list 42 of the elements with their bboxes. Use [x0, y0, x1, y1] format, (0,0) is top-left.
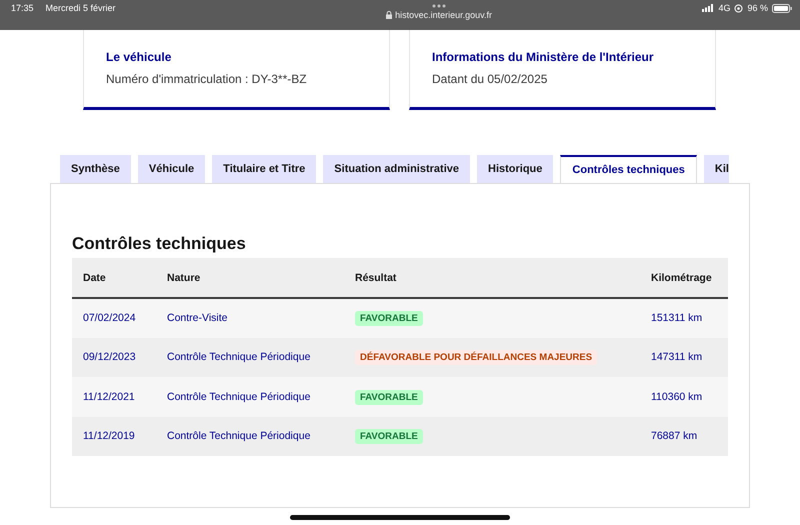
result-badge: FAVORABLE [355, 429, 423, 444]
mileage-cell: 151311 km [651, 312, 702, 324]
location-icon [734, 4, 744, 12]
signal-icon [702, 4, 714, 12]
nature-cell: Contrôle Technique Périodique [167, 351, 310, 364]
network: 4G [718, 3, 730, 13]
mileage-cell: 76887 km [651, 430, 698, 442]
date-cell: 09/12/2023 [83, 351, 136, 364]
tab[interactable]: Titulaire et Titre [212, 155, 316, 183]
date: Mercredi 5 février [46, 3, 116, 13]
date-cell: 07/02/2024 [83, 312, 136, 324]
card-text: Datant du 05/02/2025 [432, 72, 548, 86]
date-cell: 11/12/2021 [83, 390, 135, 403]
more-icon[interactable] [432, 4, 446, 8]
column-header: Date [72, 258, 156, 298]
lock-icon [386, 11, 392, 19]
tab[interactable]: Situation administrative [323, 155, 470, 183]
tab[interactable]: Véhicule [138, 155, 206, 183]
card-title: Le véhicule [106, 50, 172, 64]
column-header: Nature [156, 258, 344, 298]
column-header: Kilométrage [640, 258, 728, 298]
result-badge: FAVORABLE [355, 390, 423, 405]
date-cell: 11/12/2019 [83, 430, 135, 442]
url[interactable]: histovec.interieur.gouv.fr [395, 10, 492, 20]
result-badge: DÉFAVORABLE POUR DÉFAILLANCES MAJEURES [355, 350, 598, 366]
tab[interactable]: Kil [704, 155, 729, 183]
result-badge: FAVORABLE [355, 311, 423, 326]
tab[interactable]: Contrôles techniques [560, 155, 697, 183]
nature-cell: Contrôle Technique Périodique [167, 430, 310, 442]
battery-icon [772, 4, 792, 12]
nature-cell: Contre-Visite [167, 312, 228, 324]
tab[interactable]: Synthèse [60, 155, 131, 183]
mileage-cell: 110360 km [651, 390, 702, 403]
nature-cell: Contrôle Technique Périodique [167, 390, 310, 403]
card-title: Informations du Ministère de l'Intérieur [432, 50, 655, 64]
battery-level: 96 % [747, 3, 768, 13]
clock: 17:35 [11, 3, 34, 13]
section-title: Contrôles techniques [72, 234, 247, 254]
column-header: Résultat [344, 258, 640, 298]
card-text: Numéro d'immatriculation : DY-3**-BZ [106, 72, 308, 86]
tab[interactable]: Historique [477, 155, 554, 183]
mileage-cell: 147311 km [651, 351, 702, 364]
